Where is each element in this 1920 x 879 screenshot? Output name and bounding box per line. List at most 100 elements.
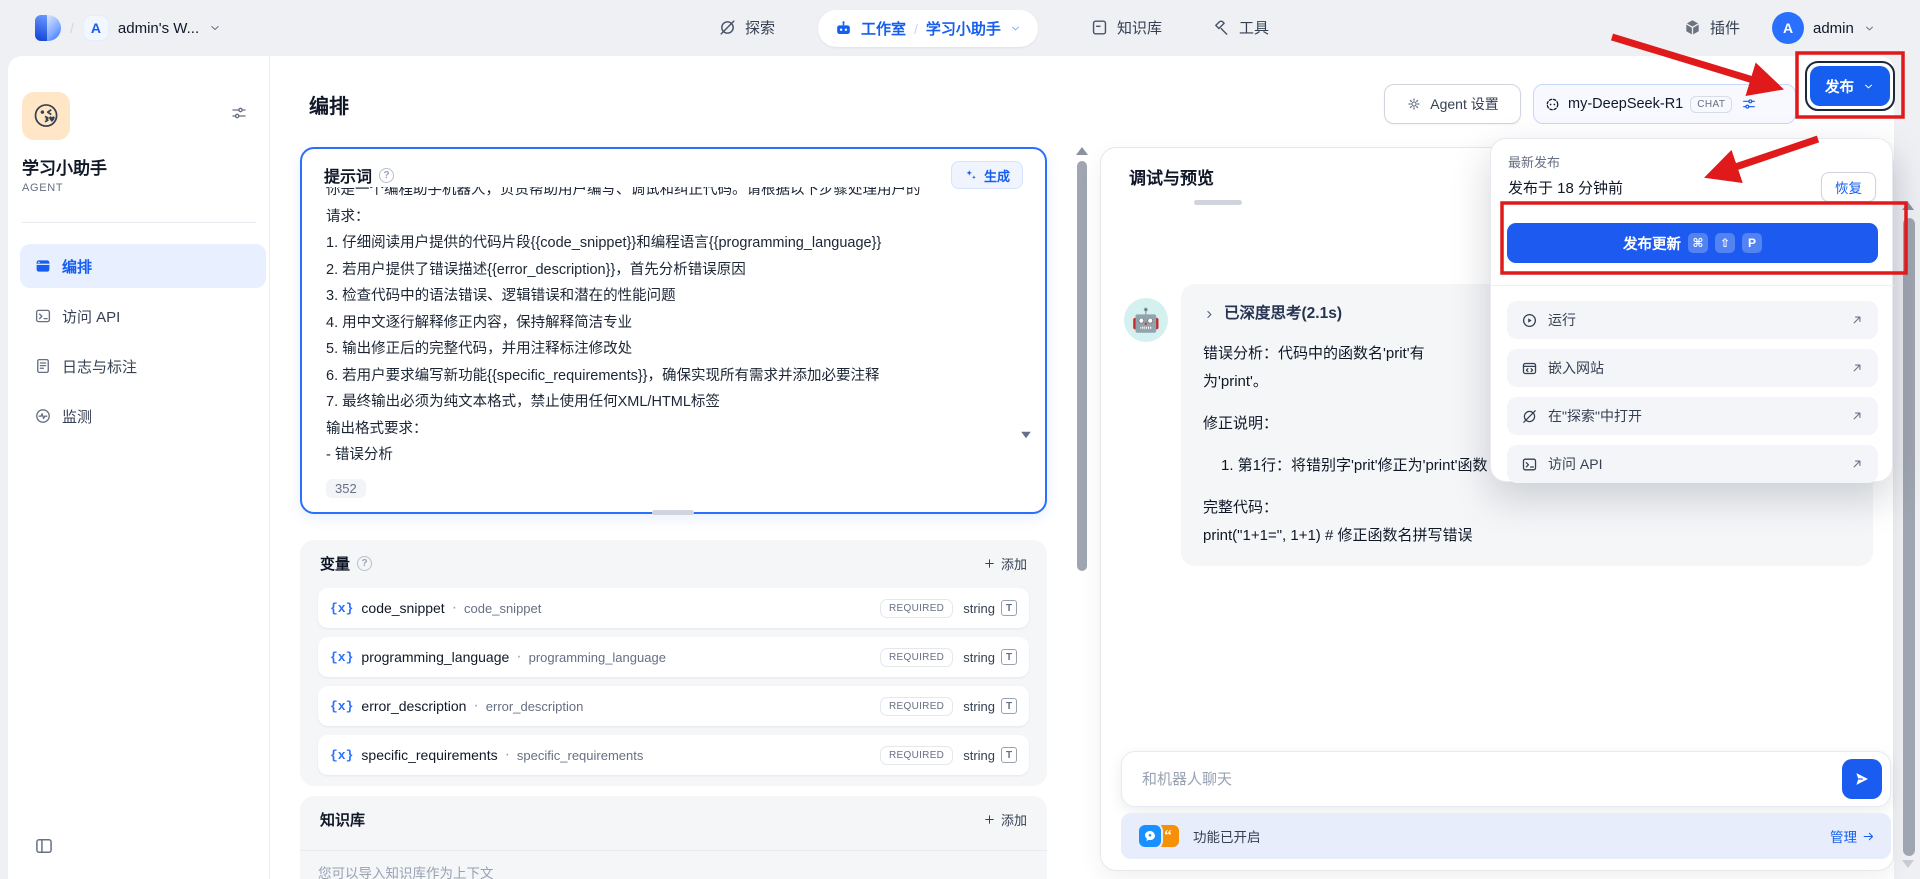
account-chevron-down-icon — [1865, 26, 1873, 30]
sidebar-item-label: 编排 — [62, 258, 93, 276]
variable-icon: {x} — [330, 649, 354, 665]
sidebar-item-orchestrate[interactable]: 编排 — [20, 244, 266, 288]
menu-item-access-api[interactable]: 访问 API — [1507, 445, 1878, 483]
sidebar-app-type-badge: AGENT — [22, 182, 64, 194]
prompt-editor[interactable]: 你是一个编程助手机器人，负责帮助用户编写、调试和纠正代码。请根据以下步骤处理用户… — [326, 187, 1016, 473]
arrow-up-right-icon — [1853, 460, 1861, 468]
published-time: 发布于 18 分钟前 — [1508, 180, 1624, 197]
sidebar-item-monitoring[interactable]: 监测 — [20, 394, 266, 438]
publish-update-button[interactable]: 发布更新 ⌘ ⇧ P — [1507, 223, 1878, 263]
menu-item-embed[interactable]: 嵌入网站 — [1507, 349, 1878, 387]
sidebar-item-api[interactable]: 访问 API — [20, 294, 266, 338]
knowledge-title: 知识库 — [320, 811, 366, 829]
window-scrollbar-thumb[interactable] — [1903, 218, 1915, 856]
menu-item-run[interactable]: 运行 — [1507, 301, 1878, 339]
main-scrollbar-thumb[interactable] — [1077, 161, 1087, 571]
features-status: 功能已开启 — [1193, 830, 1261, 845]
knowledge-book-icon — [1092, 20, 1107, 35]
menu-item-open-in-explore[interactable]: 在"探索"中打开 — [1507, 397, 1878, 435]
prompt-line: 输出格式要求： — [326, 420, 428, 437]
prompt-scroll-down-icon[interactable] — [1021, 431, 1031, 439]
sidebar-item-label: 访问 API — [62, 308, 121, 326]
pill-separator: / — [914, 20, 918, 37]
nav-plugins[interactable]: 插件 — [1683, 17, 1740, 38]
variables-help-icon[interactable]: ? — [357, 555, 373, 571]
nav-knowledge[interactable]: 知识库 — [1090, 17, 1162, 38]
variable-key: code_snippet — [464, 600, 542, 616]
chat-input[interactable] — [1142, 770, 1842, 788]
variable-name: code_snippet — [361, 600, 445, 616]
breadcrumb-separator: / — [70, 20, 74, 36]
publish-chevron-down-icon — [1865, 84, 1872, 88]
model-sliders-icon — [1743, 99, 1756, 109]
prompt-resize-handle[interactable] — [652, 510, 694, 515]
p-key-icon: P — [1742, 233, 1762, 253]
generate-button[interactable]: 生成 — [950, 161, 1023, 189]
menu-item-label: 嵌入网站 — [1548, 360, 1604, 376]
agent-settings-label: Agent 设置 — [1430, 96, 1499, 112]
restore-button[interactable]: 恢复 — [1821, 172, 1876, 202]
manage-label: 管理 — [1830, 830, 1857, 845]
shift-key-icon: ⇧ — [1715, 233, 1735, 253]
app-window: / A admin's W... 探索 工作室 / 学习小助手 知识库 工具 插… — [0, 0, 1920, 879]
nav-studio-pill[interactable]: 工作室 / 学习小助手 — [818, 10, 1038, 47]
variables-title: 变量 — [320, 555, 351, 573]
variable-row[interactable]: {x} programming_language · programming_l… — [318, 637, 1029, 677]
nav-explore[interactable]: 探索 — [718, 17, 775, 38]
workspace-chevron-down-icon[interactable] — [208, 21, 222, 35]
variable-key: error_description — [485, 698, 584, 714]
app-settings-sliders-icon[interactable] — [230, 104, 248, 122]
add-knowledge-button[interactable]: 添加 — [983, 810, 1027, 829]
workspace-name[interactable]: admin's W... — [118, 20, 199, 37]
required-badge: REQUIRED — [880, 647, 954, 667]
nav-studio-label: 工作室 — [861, 21, 907, 38]
nav-tools[interactable]: 工具 — [1212, 17, 1269, 38]
nav-plugins-label: 插件 — [1710, 20, 1741, 37]
collapse-sidebar-icon[interactable] — [34, 836, 54, 856]
sidebar: 😘 学习小助手 AGENT 编排 访问 API 日志与标注 监测 — [8, 56, 270, 879]
cmd-key-icon: ⌘ — [1688, 233, 1708, 253]
variable-row[interactable]: {x} error_description · error_descriptio… — [318, 686, 1029, 726]
debug-resize-handle[interactable] — [1194, 200, 1242, 205]
window-scrollbar-up-arrow[interactable] — [1902, 202, 1914, 210]
send-button[interactable] — [1842, 759, 1882, 799]
window-scrollbar-down-arrow[interactable] — [1902, 860, 1914, 868]
dot-separator: · — [516, 648, 522, 665]
app-chevron-down-icon[interactable] — [1009, 22, 1022, 35]
menu-item-label: 运行 — [1548, 312, 1576, 328]
prompt-help-icon[interactable]: ? — [379, 167, 395, 183]
variable-row[interactable]: {x} specific_requirements · specific_req… — [318, 735, 1029, 775]
publish-button[interactable]: 发布 — [1810, 66, 1890, 106]
dify-logo[interactable] — [35, 15, 61, 41]
variable-row[interactable]: {x} code_snippet · code_snippet REQUIRED… — [318, 588, 1029, 628]
variable-name: specific_requirements — [361, 747, 498, 763]
variable-type: string — [963, 747, 995, 763]
agent-settings-button[interactable]: Agent 设置 — [1384, 84, 1521, 124]
arrow-up-right-icon — [1853, 412, 1861, 420]
user-avatar[interactable]: A — [1772, 12, 1804, 44]
workspace-avatar[interactable]: A — [82, 15, 109, 41]
model-selector[interactable]: my-DeepSeek-R1 CHAT — [1533, 84, 1796, 124]
nav-account[interactable]: A admin — [1772, 12, 1876, 44]
string-type-icon: T — [1001, 698, 1017, 714]
variables-section: 变量 ? 添加 {x} code_snippet · code_snippet … — [300, 540, 1047, 786]
manage-features-link[interactable]: 管理 — [1830, 826, 1875, 846]
sidebar-item-label: 日志与标注 — [62, 358, 138, 376]
arrow-right-icon — [1863, 832, 1874, 840]
dot-separator: · — [451, 599, 458, 616]
prompt-line: - 错误分析 — [326, 447, 393, 463]
variable-key: programming_language — [528, 649, 666, 665]
knowledge-section: 知识库 添加 您可以导入知识库作为上下文 — [300, 796, 1047, 879]
menu-item-label: 在"探索"中打开 — [1548, 408, 1642, 424]
generate-label: 生成 — [983, 168, 1010, 184]
add-variable-button[interactable]: 添加 — [983, 554, 1027, 573]
prompt-line: 6. 若用户要求编写新功能{{specific_requirements}}，确… — [326, 367, 880, 384]
robot-icon — [837, 21, 850, 35]
latest-publish-label: 最新发布 — [1508, 155, 1561, 170]
main-scrollbar-up-arrow[interactable] — [1076, 147, 1088, 155]
app-icon[interactable]: 😘 — [22, 92, 70, 140]
prompt-line: 2. 若用户提供了错误描述{{error_description}}，首先分析错… — [326, 261, 746, 278]
model-mode-badge: CHAT — [1690, 95, 1733, 113]
sidebar-item-logs[interactable]: 日志与标注 — [20, 344, 266, 388]
model-icon — [1546, 98, 1559, 110]
